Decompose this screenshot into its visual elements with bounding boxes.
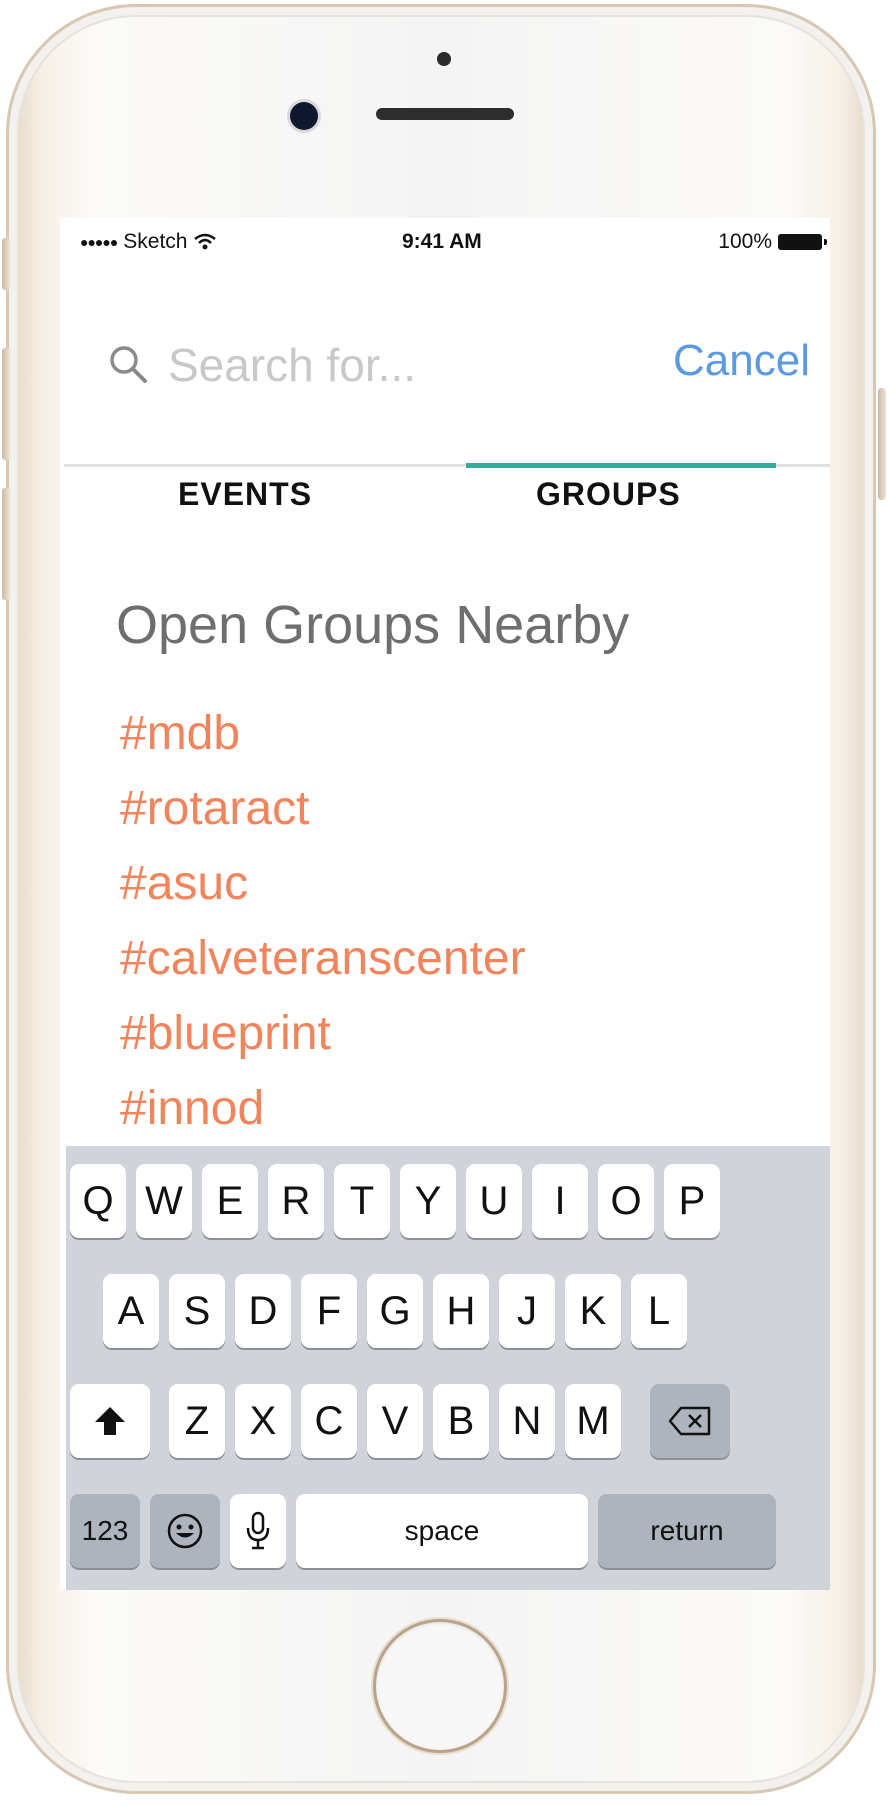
group-link-blueprint[interactable]: #blueprint <box>120 996 526 1071</box>
delete-key[interactable] <box>650 1384 730 1458</box>
key-i[interactable]: I <box>532 1164 588 1238</box>
volume-down-button <box>2 488 10 600</box>
key-k[interactable]: K <box>565 1274 621 1348</box>
groups-list: #mdb #rotaract #asuc #calveteranscenter … <box>120 696 526 1146</box>
group-link-mdb[interactable]: #mdb <box>120 696 526 771</box>
key-s[interactable]: S <box>169 1274 225 1348</box>
wifi-icon <box>194 233 217 250</box>
tab-events[interactable]: EVENTS <box>178 476 312 513</box>
active-tab-indicator <box>466 463 776 468</box>
screen: ●●●●● Sketch 9:41 AM 100% Search for... … <box>60 218 830 1590</box>
earpiece-speaker <box>376 108 514 120</box>
mute-switch <box>2 238 10 290</box>
key-e[interactable]: E <box>202 1164 258 1238</box>
battery-percentage: 100% <box>718 230 772 253</box>
group-link-innod[interactable]: #innod <box>120 1071 526 1146</box>
front-camera <box>290 102 318 130</box>
key-a[interactable]: A <box>103 1274 159 1348</box>
status-time: 9:41 AM <box>402 230 482 253</box>
key-h[interactable]: H <box>433 1274 489 1348</box>
group-link-asuc[interactable]: #asuc <box>120 846 526 921</box>
key-n[interactable]: N <box>499 1384 555 1458</box>
key-p[interactable]: P <box>664 1164 720 1238</box>
tab-groups[interactable]: GROUPS <box>536 476 681 513</box>
key-u[interactable]: U <box>466 1164 522 1238</box>
return-key[interactable]: return <box>598 1494 776 1568</box>
emoji-key[interactable] <box>150 1494 220 1568</box>
section-title: Open Groups Nearby <box>116 595 630 655</box>
emoji-icon <box>167 1513 203 1549</box>
power-button <box>878 388 886 500</box>
backspace-icon <box>668 1406 711 1436</box>
search-icon <box>110 346 147 383</box>
signal-strength-icon: ●●●●● <box>80 234 118 250</box>
key-q[interactable]: Q <box>70 1164 126 1238</box>
proximity-sensor <box>437 52 451 66</box>
microphone-key[interactable] <box>230 1494 286 1568</box>
numbers-key[interactable]: 123 <box>70 1494 140 1568</box>
key-b[interactable]: B <box>433 1384 489 1458</box>
key-w[interactable]: W <box>136 1164 192 1238</box>
home-button[interactable] <box>376 1622 504 1750</box>
carrier-name: Sketch <box>123 230 188 253</box>
shift-icon <box>95 1407 125 1435</box>
key-x[interactable]: X <box>235 1384 291 1458</box>
shift-key[interactable] <box>70 1384 150 1458</box>
keyboard: Q W E R T Y U I O P A S D F G H J K L Z … <box>66 1146 830 1590</box>
key-m[interactable]: M <box>565 1384 621 1458</box>
key-g[interactable]: G <box>367 1274 423 1348</box>
key-z[interactable]: Z <box>169 1384 225 1458</box>
cancel-button[interactable]: Cancel <box>673 336 810 386</box>
group-link-rotaract[interactable]: #rotaract <box>120 771 526 846</box>
key-f[interactable]: F <box>301 1274 357 1348</box>
space-key[interactable]: space <box>296 1494 588 1568</box>
volume-up-button <box>2 348 10 460</box>
key-l[interactable]: L <box>631 1274 687 1348</box>
key-d[interactable]: D <box>235 1274 291 1348</box>
status-bar: ●●●●● Sketch 9:41 AM 100% <box>60 218 830 264</box>
key-c[interactable]: C <box>301 1384 357 1458</box>
key-v[interactable]: V <box>367 1384 423 1458</box>
key-t[interactable]: T <box>334 1164 390 1238</box>
microphone-icon <box>246 1511 270 1550</box>
key-o[interactable]: O <box>598 1164 654 1238</box>
key-r[interactable]: R <box>268 1164 324 1238</box>
group-link-calveteranscenter[interactable]: #calveteranscenter <box>120 921 526 996</box>
key-j[interactable]: J <box>499 1274 555 1348</box>
battery-icon <box>778 234 827 250</box>
key-y[interactable]: Y <box>400 1164 456 1238</box>
search-input[interactable]: Search for... <box>168 338 416 392</box>
